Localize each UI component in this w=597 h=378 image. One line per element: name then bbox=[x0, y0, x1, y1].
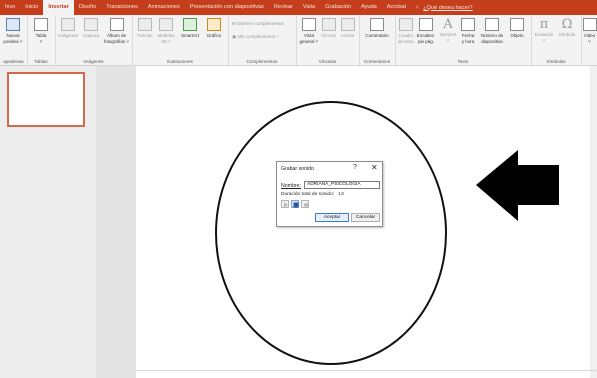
duration-value: 13 bbox=[338, 192, 344, 197]
stop-button[interactable] bbox=[291, 200, 299, 208]
record-sound-dialog: Grabar sonido ? ✕ Nombre: ADRIANA_PSICOL… bbox=[276, 161, 383, 227]
play-button[interactable] bbox=[281, 200, 289, 208]
stop-icon bbox=[293, 202, 299, 208]
record-button[interactable] bbox=[301, 200, 309, 208]
close-button[interactable]: ✕ bbox=[371, 163, 378, 172]
dialog-title: Grabar sonido bbox=[281, 166, 314, 172]
help-button[interactable]: ? bbox=[353, 164, 357, 171]
record-icon bbox=[304, 203, 308, 207]
cancel-button[interactable]: Cancelar bbox=[351, 213, 380, 222]
play-icon bbox=[284, 202, 288, 208]
ellipse-shape[interactable] bbox=[215, 101, 447, 365]
accept-button[interactable]: Aceptar bbox=[315, 213, 349, 222]
name-input[interactable]: ADRIANA_PSICOLOGIA bbox=[304, 181, 380, 189]
name-label: Nombre: bbox=[281, 183, 301, 189]
duration-label: Duración total de sonido: bbox=[281, 192, 335, 197]
duration-row: Duración total de sonido: 13 bbox=[281, 192, 344, 197]
left-arrow-shape[interactable] bbox=[476, 150, 559, 221]
